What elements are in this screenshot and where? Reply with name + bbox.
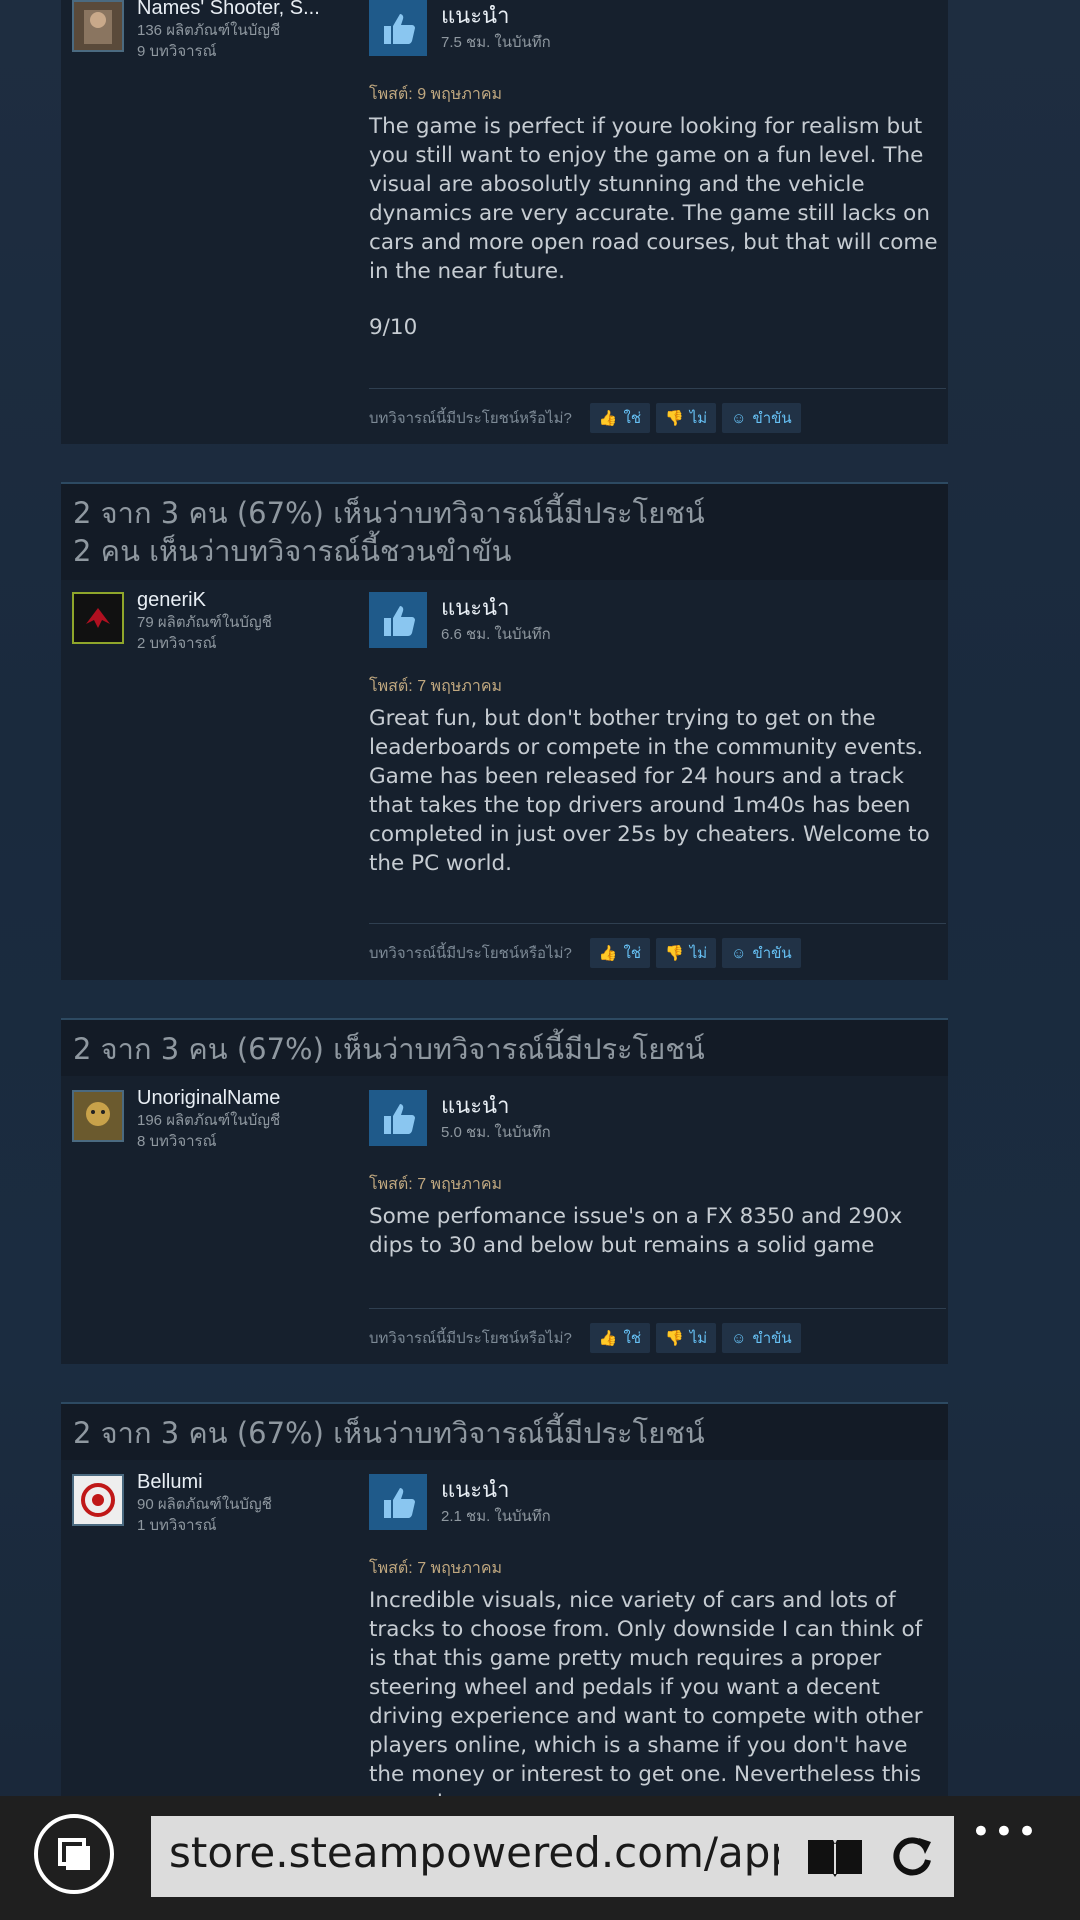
- helpful-bar: บทวิจารณ์นี้มีประโยชน์หรือไม่? 👍 ใช่ 👎 ไม่…: [369, 403, 801, 433]
- posted-date: โพสต์: 7 พฤษภาคม: [369, 1560, 503, 1577]
- avatar[interactable]: [72, 1090, 124, 1142]
- no-button[interactable]: 👎 ไม่: [656, 938, 717, 968]
- posted-date: โพสต์: 9 พฤษภาคม: [369, 86, 503, 103]
- username[interactable]: Names' Shooter, S...: [137, 0, 347, 20]
- products-count: 90 ผลิตภัณฑ์ในบัญชี: [137, 1496, 272, 1513]
- funny-button[interactable]: ☺ ขำขัน: [722, 403, 801, 433]
- no-button[interactable]: 👎 ไม่: [656, 403, 717, 433]
- no-label: ไม่: [689, 945, 708, 962]
- thumbs-up-icon: [369, 592, 427, 648]
- url-text: store.steampowered.com/app/2: [169, 1828, 779, 1877]
- yes-button[interactable]: 👍 ใช่: [589, 403, 651, 433]
- review-card: 2 จาก 3 คน (67%) เห็นว่าบทวิจารณ์นี้มีปร…: [61, 482, 948, 980]
- no-button[interactable]: 👎 ไม่: [656, 1323, 717, 1353]
- reviews-count: 9 บทวิจารณ์: [137, 43, 217, 60]
- funny-count: 2 คน เห็นว่าบทวิจารณ์นี้ชวนขำขัน: [73, 534, 512, 568]
- avatar[interactable]: [72, 592, 124, 644]
- hours-on-record: 5.0 ชม. ในบันทึก: [441, 1124, 551, 1141]
- products-count: 196 ผลิตภัณฑ์ในบัญชี: [137, 1112, 281, 1129]
- yes-label: ใช่: [623, 945, 642, 962]
- thumbs-down-icon: 👎: [665, 1330, 684, 1347]
- yes-label: ใช่: [623, 410, 642, 427]
- review-card: Names' Shooter, S... 136 ผลิตภัณฑ์ในบัญช…: [61, 0, 948, 444]
- yes-button[interactable]: 👍 ใช่: [589, 1323, 651, 1353]
- review-header: 2 จาก 3 คน (67%) เห็นว่าบทวิจารณ์นี้มีปร…: [61, 1018, 948, 1076]
- thumbs-down-icon: 👎: [665, 945, 684, 962]
- thumbs-up-icon: 👍: [598, 945, 618, 962]
- hours-on-record: 7.5 ชม. ในบันทึก: [441, 34, 551, 51]
- verdict-label: แนะนำ: [441, 3, 510, 28]
- browser-address-bar: store.steampowered.com/app/2 •••: [0, 1796, 1080, 1920]
- url-field[interactable]: store.steampowered.com/app/2: [151, 1816, 954, 1897]
- divider: [369, 923, 946, 924]
- avatar[interactable]: [72, 0, 124, 52]
- verdict-label: แนะนำ: [441, 595, 510, 620]
- divider: [369, 1308, 946, 1309]
- avatar[interactable]: [72, 1474, 124, 1526]
- thumbs-up-icon: [369, 1090, 427, 1146]
- username[interactable]: generiK: [137, 588, 347, 612]
- helpful-bar: บทวิจารณ์นี้มีประโยชน์หรือไม่? 👍 ใช่ 👎 ไม่…: [369, 1323, 801, 1353]
- review-card: 2 จาก 3 คน (67%) เห็นว่าบทวิจารณ์นี้มีปร…: [61, 1018, 948, 1364]
- thumbs-up-icon: [369, 1474, 427, 1530]
- smiley-icon: ☺: [731, 409, 747, 427]
- refresh-icon[interactable]: [889, 1834, 935, 1880]
- smiley-icon: ☺: [731, 944, 747, 962]
- review-header: 2 จาก 3 คน (67%) เห็นว่าบทวิจารณ์นี้มีปร…: [61, 482, 948, 580]
- funny-label: ขำขัน: [752, 410, 792, 427]
- review-score-text: 9/10: [369, 315, 418, 340]
- thumbs-up-icon: 👍: [598, 410, 618, 427]
- products-count: 136 ผลิตภัณฑ์ในบัญชี: [137, 22, 281, 39]
- verdict-label: แนะนำ: [441, 1093, 510, 1118]
- smiley-icon: ☺: [731, 1329, 747, 1347]
- reviews-count: 1 บทวิจารณ์: [137, 1517, 217, 1534]
- tabs-icon: [58, 1838, 90, 1870]
- funny-button[interactable]: ☺ ขำขัน: [722, 938, 801, 968]
- reading-view-icon[interactable]: [806, 1836, 864, 1878]
- posted-date: โพสต์: 7 พฤษภาคม: [369, 1176, 503, 1193]
- yes-label: ใช่: [623, 1330, 642, 1347]
- no-label: ไม่: [689, 1330, 708, 1347]
- yes-button[interactable]: 👍 ใช่: [589, 938, 651, 968]
- reviews-count: 8 บทวิจารณ์: [137, 1133, 217, 1150]
- review-text: Some perfomance issue's on a FX 8350 and…: [369, 1204, 903, 1258]
- helpful-question: บทวิจารณ์นี้มีประโยชน์หรือไม่?: [369, 945, 572, 962]
- tabs-button[interactable]: [34, 1814, 114, 1894]
- user-details: Names' Shooter, S... 136 ผลิตภัณฑ์ในบัญช…: [137, 0, 347, 62]
- helpful-count: 2 จาก 3 คน (67%) เห็นว่าบทวิจารณ์นี้มีปร…: [73, 496, 705, 530]
- no-label: ไม่: [689, 410, 708, 427]
- review-text: Great fun, but don't bother trying to ge…: [369, 706, 930, 876]
- review-text: Incredible visuals, nice variety of cars…: [369, 1588, 923, 1796]
- helpful-question: บทวิจารณ์นี้มีประโยชน์หรือไม่?: [369, 410, 572, 427]
- posted-date: โพสต์: 7 พฤษภาคม: [369, 678, 503, 695]
- review-text: The game is perfect if youre looking for…: [369, 114, 938, 284]
- username[interactable]: UnoriginalName: [137, 1086, 347, 1110]
- thumbs-up-icon: 👍: [598, 1330, 618, 1347]
- thumbs-up-icon: [369, 0, 427, 56]
- username[interactable]: Bellumi: [137, 1470, 347, 1494]
- hours-on-record: 6.6 ชม. ในบันทึก: [441, 626, 551, 643]
- user-details: Bellumi 90 ผลิตภัณฑ์ในบัญชี 1 บทวิจารณ์: [137, 1470, 347, 1536]
- user-details: generiK 79 ผลิตภัณฑ์ในบัญชี 2 บทวิจารณ์: [137, 588, 347, 654]
- thumbs-down-icon: 👎: [665, 410, 684, 427]
- products-count: 79 ผลิตภัณฑ์ในบัญชี: [137, 614, 272, 631]
- review-header: 2 จาก 3 คน (67%) เห็นว่าบทวิจารณ์นี้มีปร…: [61, 1402, 948, 1460]
- reviews-count: 2 บทวิจารณ์: [137, 635, 217, 652]
- helpful-bar: บทวิจารณ์นี้มีประโยชน์หรือไม่? 👍 ใช่ 👎 ไม่…: [369, 938, 801, 968]
- divider: [369, 388, 946, 389]
- funny-label: ขำขัน: [752, 1330, 792, 1347]
- verdict-label: แนะนำ: [441, 1477, 510, 1502]
- user-details: UnoriginalName 196 ผลิตภัณฑ์ในบัญชี 8 บท…: [137, 1086, 347, 1152]
- more-options-button[interactable]: •••: [971, 1812, 1040, 1852]
- hours-on-record: 2.1 ชม. ในบันทึก: [441, 1508, 551, 1525]
- helpful-count: 2 จาก 3 คน (67%) เห็นว่าบทวิจารณ์นี้มีปร…: [73, 1032, 705, 1066]
- funny-button[interactable]: ☺ ขำขัน: [722, 1323, 801, 1353]
- funny-label: ขำขัน: [752, 945, 792, 962]
- helpful-question: บทวิจารณ์นี้มีประโยชน์หรือไม่?: [369, 1330, 572, 1347]
- helpful-count: 2 จาก 3 คน (67%) เห็นว่าบทวิจารณ์นี้มีปร…: [73, 1416, 705, 1450]
- review-card: 2 จาก 3 คน (67%) เห็นว่าบทวิจารณ์นี้มีปร…: [61, 1402, 948, 1796]
